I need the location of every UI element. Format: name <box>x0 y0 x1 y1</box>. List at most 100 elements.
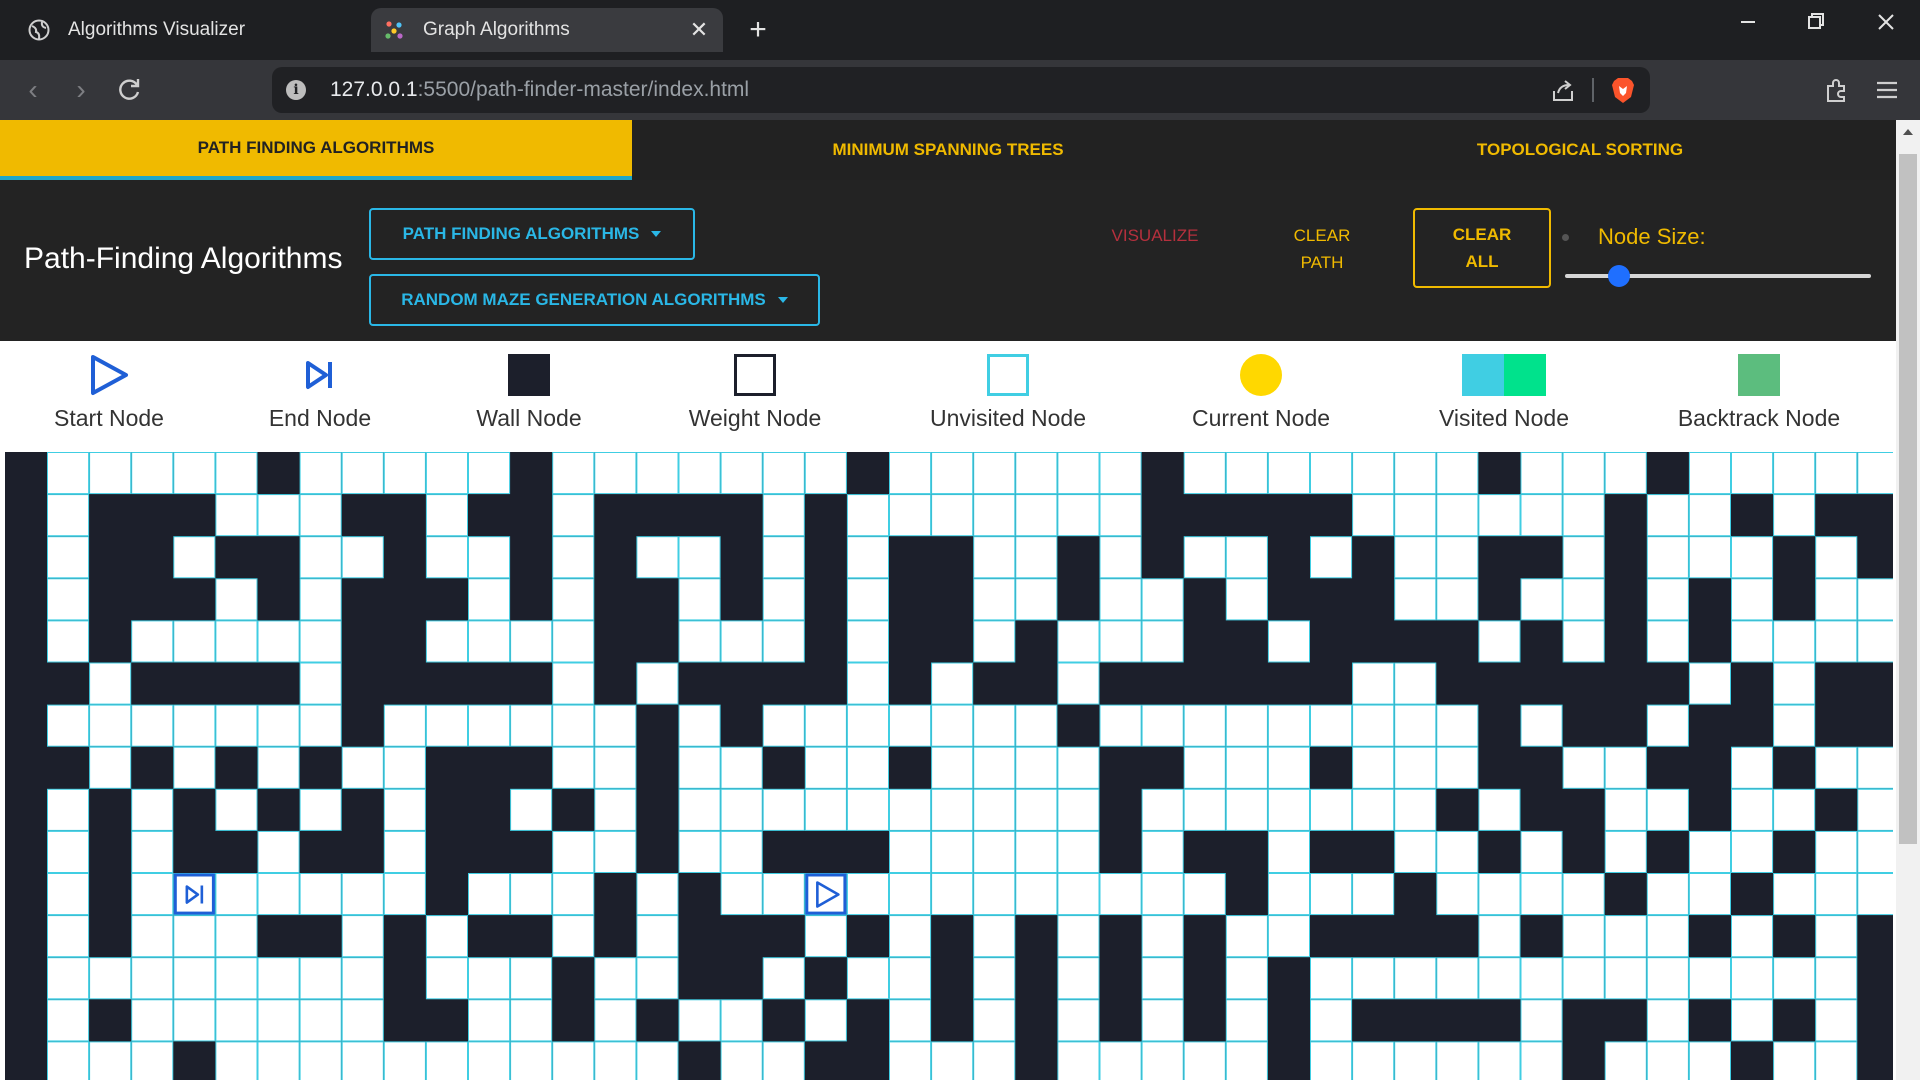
unvisited-cell[interactable] <box>1520 704 1563 747</box>
brave-shields-icon[interactable] <box>1610 76 1636 104</box>
unvisited-cell[interactable] <box>552 704 595 747</box>
unvisited-cell[interactable] <box>425 620 468 663</box>
unvisited-cell[interactable] <box>931 494 974 537</box>
unvisited-cell[interactable] <box>1141 830 1184 873</box>
unvisited-cell[interactable] <box>1057 957 1100 1000</box>
unvisited-cell[interactable] <box>257 620 300 663</box>
address-bar[interactable]: i 127.0.0.1:5500/path-finder-master/inde… <box>272 67 1650 113</box>
unvisited-cell[interactable] <box>1562 620 1605 663</box>
unvisited-cell[interactable] <box>215 578 258 621</box>
unvisited-cell[interactable] <box>804 746 847 789</box>
unvisited-cell[interactable] <box>173 999 216 1042</box>
unvisited-cell[interactable] <box>1141 704 1184 747</box>
unvisited-cell[interactable] <box>1520 957 1563 1000</box>
unvisited-cell[interactable] <box>552 830 595 873</box>
unvisited-cell[interactable] <box>1015 452 1058 495</box>
unvisited-cell[interactable] <box>846 704 890 747</box>
unvisited-cell[interactable] <box>383 704 426 747</box>
unvisited-cell[interactable] <box>1225 704 1268 747</box>
unvisited-cell[interactable] <box>720 620 763 663</box>
unvisited-cell[interactable] <box>1267 830 1311 873</box>
unvisited-cell[interactable] <box>1731 452 1774 495</box>
unvisited-cell[interactable] <box>552 746 595 789</box>
unvisited-cell[interactable] <box>257 830 300 873</box>
unvisited-cell[interactable] <box>89 452 132 495</box>
unvisited-cell[interactable] <box>383 452 426 495</box>
unvisited-cell[interactable] <box>1352 1041 1395 1080</box>
unvisited-cell[interactable] <box>1225 957 1268 1000</box>
unvisited-cell[interactable] <box>636 662 679 705</box>
unvisited-cell[interactable] <box>47 788 90 831</box>
unvisited-cell[interactable] <box>47 452 90 495</box>
unvisited-cell[interactable] <box>1688 873 1732 916</box>
unvisited-cell[interactable] <box>1394 704 1437 747</box>
unvisited-cell[interactable] <box>215 452 258 495</box>
unvisited-cell[interactable] <box>131 873 174 916</box>
unvisited-cell[interactable] <box>1731 536 1774 579</box>
unvisited-cell[interactable] <box>1057 999 1100 1042</box>
unvisited-cell[interactable] <box>1394 578 1437 621</box>
unvisited-cell[interactable] <box>1310 452 1353 495</box>
unvisited-cell[interactable] <box>931 830 974 873</box>
unvisited-cell[interactable] <box>131 1041 174 1080</box>
unvisited-cell[interactable] <box>468 1041 511 1080</box>
unvisited-cell[interactable] <box>678 452 721 495</box>
unvisited-cell[interactable] <box>1310 536 1353 579</box>
unvisited-cell[interactable] <box>1015 536 1058 579</box>
unvisited-cell[interactable] <box>1646 999 1689 1042</box>
unvisited-cell[interactable] <box>1099 1041 1142 1080</box>
unvisited-cell[interactable] <box>804 915 847 958</box>
unvisited-cell[interactable] <box>846 746 890 789</box>
unvisited-cell[interactable] <box>299 1041 342 1080</box>
unvisited-cell[interactable] <box>131 788 174 831</box>
unvisited-cell[interactable] <box>425 957 468 1000</box>
unvisited-cell[interactable] <box>1815 957 1858 1000</box>
unvisited-cell[interactable] <box>762 536 805 579</box>
unvisited-cell[interactable] <box>383 788 426 831</box>
unvisited-cell[interactable] <box>1352 788 1395 831</box>
unvisited-cell[interactable] <box>1436 873 1479 916</box>
unvisited-cell[interactable] <box>931 746 974 789</box>
unvisited-cell[interactable] <box>468 578 511 621</box>
unvisited-cell[interactable] <box>1183 1041 1226 1080</box>
unvisited-cell[interactable] <box>173 957 216 1000</box>
unvisited-cell[interactable] <box>131 999 174 1042</box>
unvisited-cell[interactable] <box>510 620 553 663</box>
unvisited-cell[interactable] <box>931 1041 974 1080</box>
unvisited-cell[interactable] <box>1478 788 1521 831</box>
unvisited-cell[interactable] <box>1857 746 1893 789</box>
unvisited-cell[interactable] <box>341 957 384 1000</box>
unvisited-cell[interactable] <box>762 452 805 495</box>
unvisited-cell[interactable] <box>720 999 763 1042</box>
unvisited-cell[interactable] <box>1183 536 1226 579</box>
unvisited-cell[interactable] <box>1394 788 1437 831</box>
unvisited-cell[interactable] <box>973 830 1016 873</box>
unvisited-cell[interactable] <box>594 788 637 831</box>
unvisited-cell[interactable] <box>468 620 511 663</box>
unvisited-cell[interactable] <box>678 830 721 873</box>
unvisited-cell[interactable] <box>1857 578 1893 621</box>
unvisited-cell[interactable] <box>1099 452 1142 495</box>
maze-board[interactable] <box>5 452 1893 1080</box>
unvisited-cell[interactable] <box>594 999 637 1042</box>
unvisited-cell[interactable] <box>720 830 763 873</box>
unvisited-cell[interactable] <box>215 957 258 1000</box>
unvisited-cell[interactable] <box>1225 746 1268 789</box>
unvisited-cell[interactable] <box>931 873 974 916</box>
unvisited-cell[interactable] <box>594 830 637 873</box>
unvisited-cell[interactable] <box>1436 957 1479 1000</box>
unvisited-cell[interactable] <box>846 578 890 621</box>
unvisited-cell[interactable] <box>1267 704 1311 747</box>
unvisited-cell[interactable] <box>889 788 932 831</box>
unvisited-cell[interactable] <box>552 536 595 579</box>
unvisited-cell[interactable] <box>1562 957 1605 1000</box>
unvisited-cell[interactable] <box>889 1041 932 1080</box>
unvisited-cell[interactable] <box>215 1041 258 1080</box>
unvisited-cell[interactable] <box>1478 957 1521 1000</box>
unvisited-cell[interactable] <box>931 452 974 495</box>
clear-all-button[interactable]: CLEAR ALL <box>1413 208 1551 288</box>
unvisited-cell[interactable] <box>299 452 342 495</box>
unvisited-cell[interactable] <box>1015 788 1058 831</box>
unvisited-cell[interactable] <box>1520 830 1563 873</box>
unvisited-cell[interactable] <box>1394 536 1437 579</box>
